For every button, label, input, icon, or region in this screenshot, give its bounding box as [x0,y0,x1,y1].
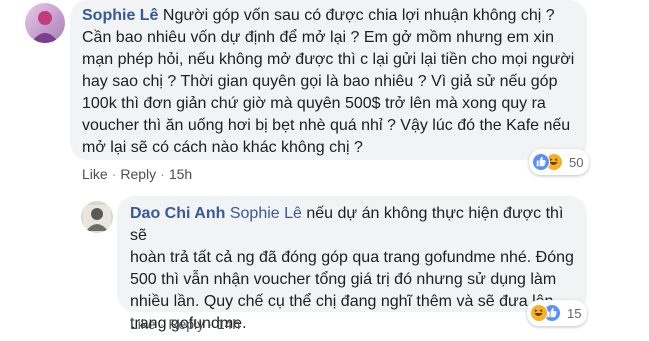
comment-line: hay sao chị ? Thời gian quyên gọi là bao… [82,73,558,90]
comment-line: voucher thì ăn uống hơi bị bẹt nhè quá n… [82,117,571,134]
separator: · [160,166,165,182]
like-button[interactable]: Like [130,316,156,332]
comment-line: Cần bao nhiêu vốn dự định để mở lại ? Em… [82,29,554,46]
reply-button[interactable]: Reply [168,316,204,332]
mention-link[interactable]: Sophie Lê [230,205,302,222]
comment-author[interactable]: Dao Chi Anh [130,205,225,222]
comment-line: mạn phép hỏi, nếu không mở được thì c lạ… [82,51,575,68]
comment-line: Người góp vốn sau có được chia lợi nhuận… [162,7,555,24]
comment-author[interactable]: Sophie Lê [82,7,158,24]
reaction-count: 50 [569,154,584,170]
reaction-summary[interactable]: 15 [527,300,588,326]
avatar[interactable] [25,3,65,43]
timestamp[interactable]: 15h [169,166,192,182]
comment-line: mở lại sẽ có cách nào khác không chị ? [82,139,363,156]
comment-line: nhiều lần. Quy chế cụ thể chị đang nghĩ … [130,293,554,310]
haha-icon [530,304,548,322]
separator: · [159,316,165,332]
comment-line: hoàn trả tất cả ng đã đóng góp qua trang… [130,249,574,266]
separator: · [208,316,213,332]
comment-line: 500 thì vẫn nhận voucher tổng giá trị đó… [130,271,557,288]
comment-actions: Like · Reply · 14h [130,316,240,332]
reaction-summary[interactable]: 50 [529,149,590,175]
avatar[interactable] [81,201,113,233]
reaction-count: 15 [567,305,582,321]
comment-actions: Like · Reply · 15h [82,166,192,182]
timestamp[interactable]: 14h [217,316,240,332]
like-button[interactable]: Like [82,166,108,182]
comment-text: Sophie Lê Người góp vốn sau có được chia… [82,5,587,159]
comment-line: 100k thì đơn giản chứ giờ mà quyên 500$ … [82,95,546,112]
separator: · [111,166,117,182]
reply-button[interactable]: Reply [120,166,156,182]
like-icon [532,153,550,171]
